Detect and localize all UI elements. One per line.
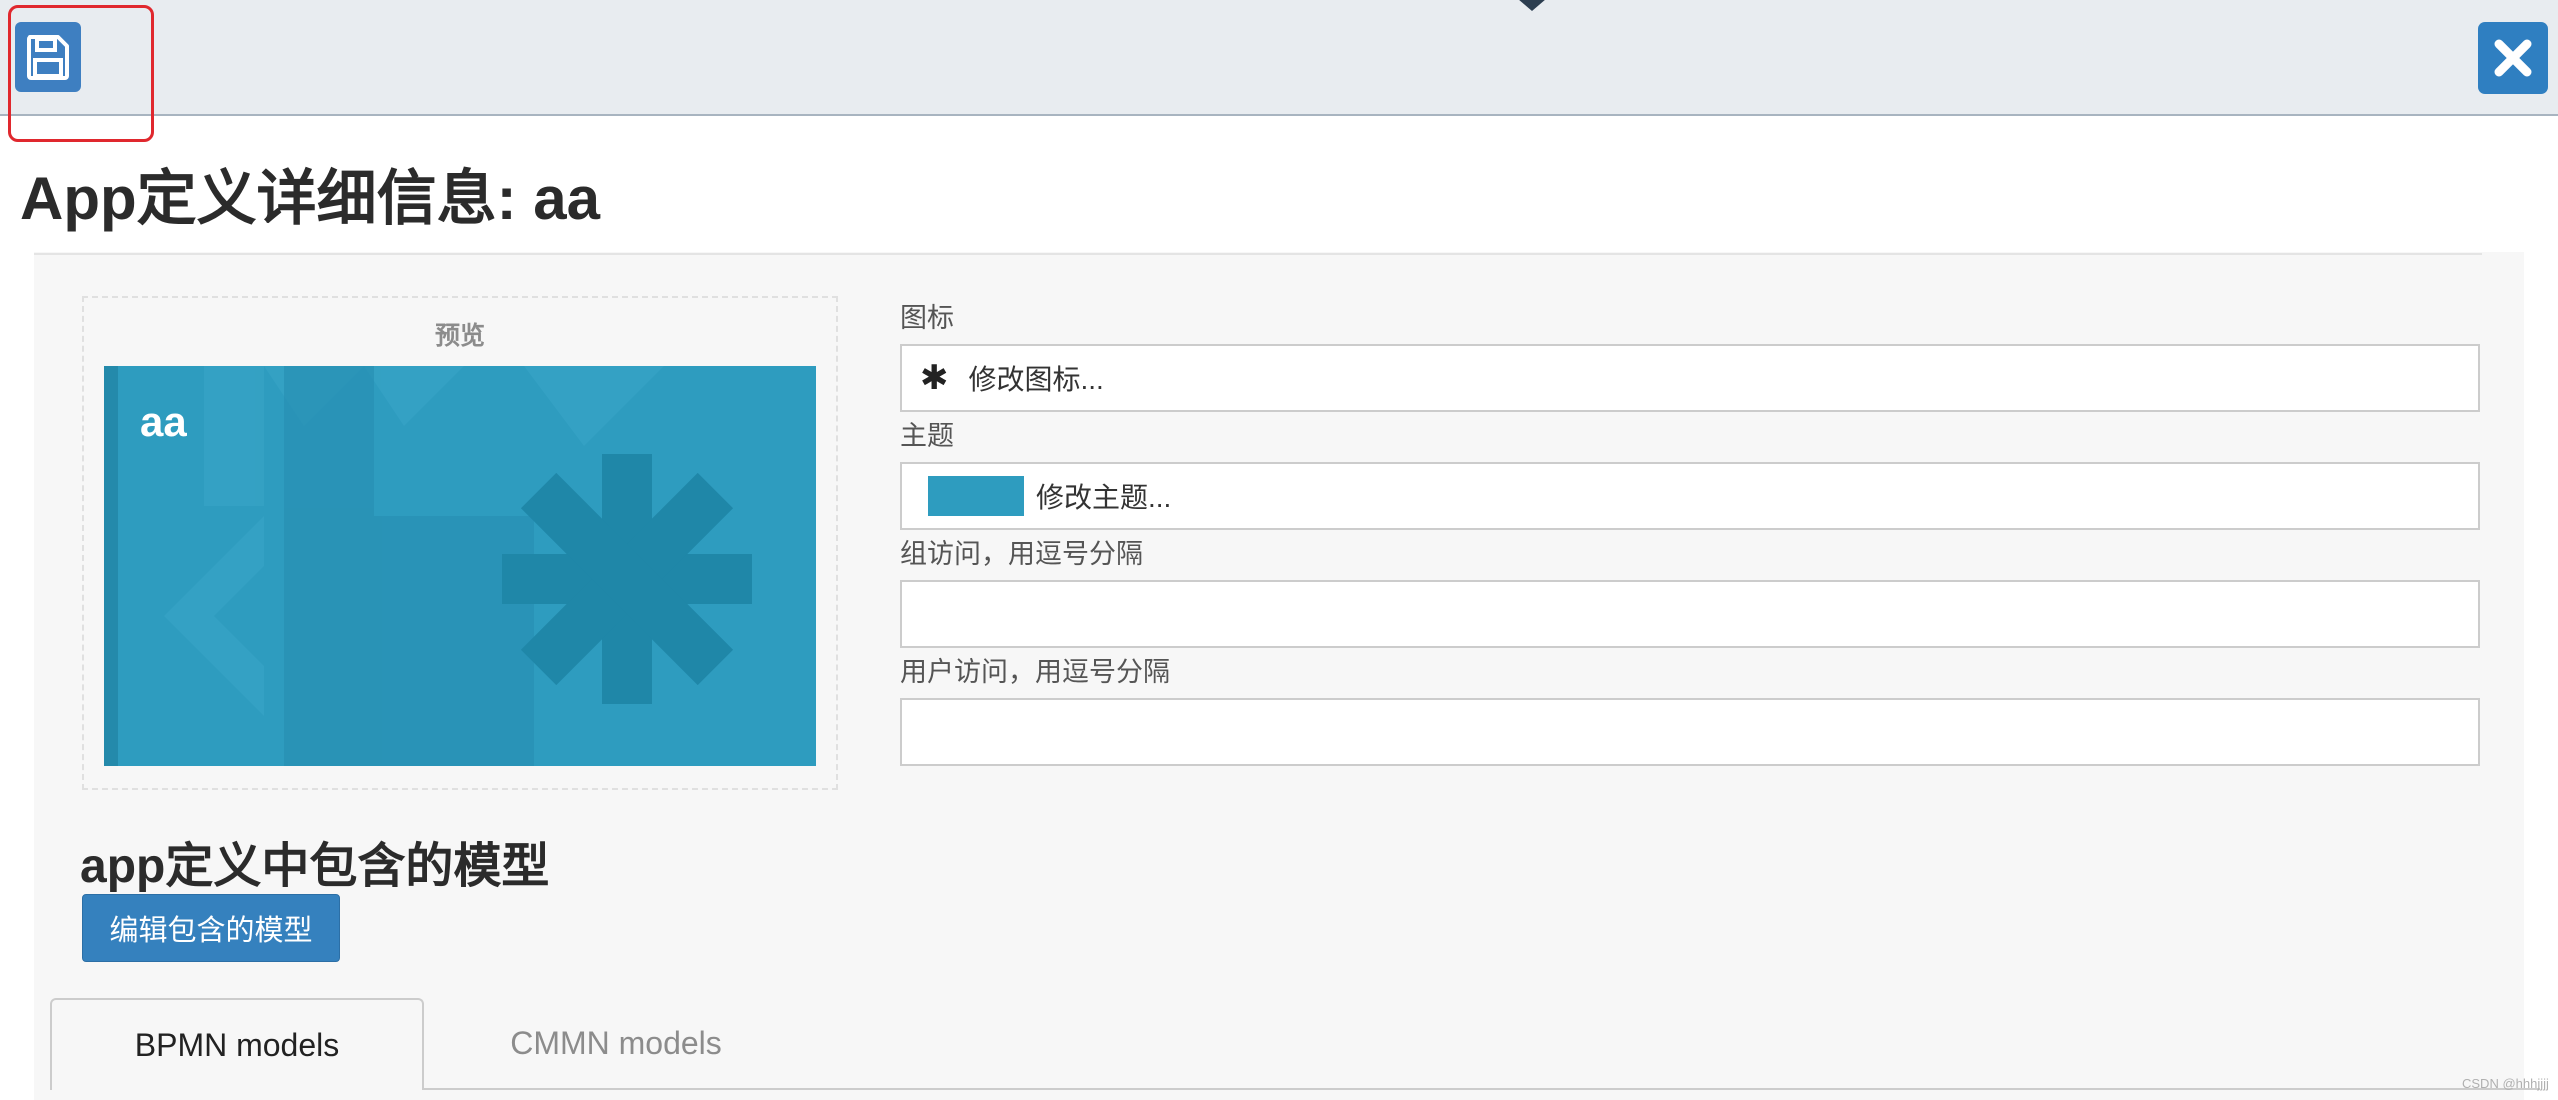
- annotation-highlight-box: [8, 5, 154, 142]
- change-icon-button[interactable]: ✱ 修改图标...: [900, 344, 2480, 412]
- asterisk-icon: [502, 454, 752, 704]
- theme-label: 主题: [900, 421, 954, 451]
- close-x-icon: [2494, 39, 2532, 77]
- user-access-input[interactable]: [902, 700, 2478, 764]
- edit-included-models-button[interactable]: 编辑包含的模型: [82, 894, 340, 962]
- change-icon-label: 修改图标...: [968, 364, 1104, 395]
- group-access-field-wrapper: [900, 580, 2480, 648]
- theme-color-swatch: [928, 476, 1024, 516]
- asterisk-icon: ✱: [920, 359, 949, 397]
- icon-label: 图标: [900, 303, 954, 333]
- preview-app-name: aa: [140, 398, 187, 445]
- group-access-label: 组访问，用逗号分隔: [900, 539, 1143, 569]
- change-theme-label: 修改主题...: [1036, 482, 1172, 513]
- close-button[interactable]: [2478, 22, 2548, 94]
- app-preview-tile: aa: [104, 366, 816, 766]
- models-heading: app定义中包含的模型: [80, 840, 550, 893]
- tab-bpmn-models[interactable]: BPMN models: [50, 998, 424, 1090]
- preview-label: 预览: [434, 322, 485, 350]
- popover-caret-icon: [1518, 0, 1546, 11]
- change-theme-button[interactable]: 修改主题...: [900, 462, 2480, 530]
- tab-cmmn-models[interactable]: CMMN models: [440, 998, 792, 1088]
- group-access-input[interactable]: [902, 582, 2478, 646]
- top-toolbar: [0, 0, 2558, 116]
- divider: [34, 253, 2482, 255]
- user-access-field-wrapper: [900, 698, 2480, 766]
- watermark: CSDN @hhhjjjj: [2462, 1076, 2549, 1091]
- page-title: App定义详细信息: aa: [20, 165, 601, 232]
- user-access-label: 用户访问，用逗号分隔: [900, 657, 1170, 687]
